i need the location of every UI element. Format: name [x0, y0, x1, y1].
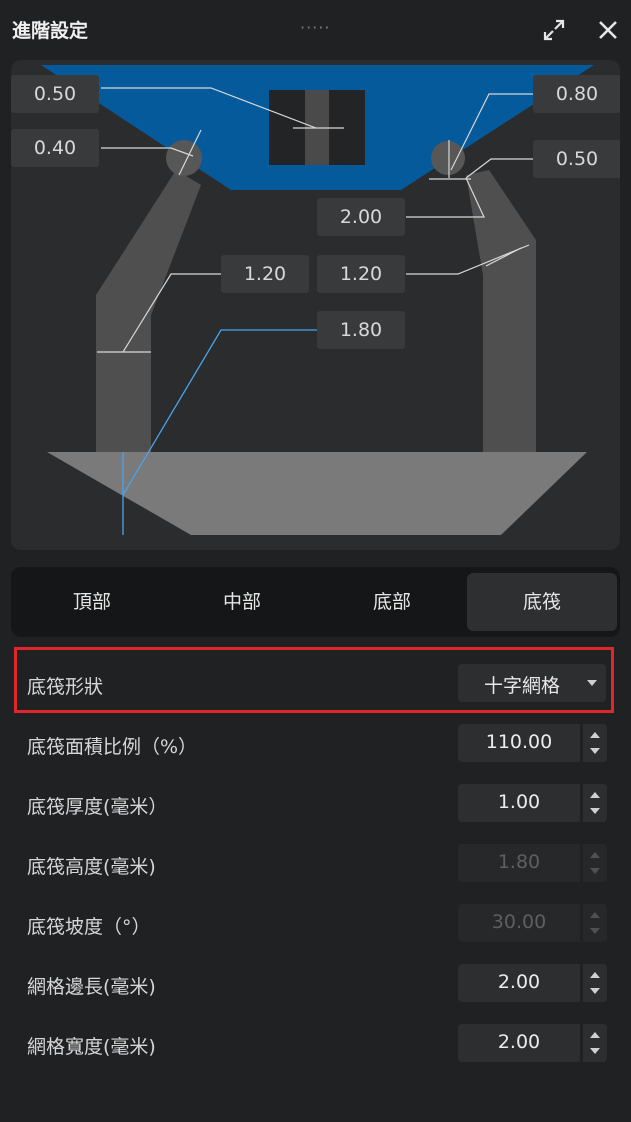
support-preview: 0.50 0.40 0.80 0.50 2.00 1.20 1.20 1.80: [11, 60, 620, 550]
chevron-down-icon: [587, 680, 597, 686]
up-arrow-icon: [590, 852, 600, 858]
raft-height-label: 底筏高度(毫米): [27, 856, 156, 878]
grid-side-row: 網格邊長(毫米) 2.00: [0, 964, 631, 1004]
left-support-arm: [96, 170, 201, 455]
expand-button[interactable]: [542, 18, 566, 42]
dim-label[interactable]: 0.50: [533, 140, 620, 178]
raft-thickness-input[interactable]: 1.00: [458, 784, 580, 822]
raft-thickness-value: 1.00: [497, 791, 541, 813]
dim-label[interactable]: 1.80: [317, 311, 405, 349]
raft-area-ratio-stepper[interactable]: [583, 724, 607, 762]
up-arrow-icon[interactable]: [590, 1032, 600, 1038]
raft-shape-value: 十字網格: [484, 675, 561, 697]
dim-label[interactable]: 0.80: [533, 75, 620, 113]
grid-side-value: 2.00: [497, 971, 541, 993]
tab-middle[interactable]: 中部: [167, 573, 317, 631]
raft-area-ratio-row: 底筏面積比例（%） 110.00: [0, 724, 631, 764]
raft-thickness-label: 底筏厚度(毫米）: [27, 796, 168, 818]
down-arrow-icon: [590, 928, 600, 934]
down-arrow-icon[interactable]: [590, 1048, 600, 1054]
drag-handle[interactable]: ·····: [300, 18, 330, 37]
tab-top[interactable]: 頂部: [17, 573, 167, 631]
grid-width-label: 網格寬度(毫米): [27, 1036, 156, 1058]
raft-shape-select[interactable]: 十字網格: [458, 664, 606, 702]
raft-slope-input: 30.00: [458, 904, 580, 942]
raft-slope-label: 底筏坡度（°）: [27, 916, 151, 938]
tab-bottom[interactable]: 底部: [317, 573, 467, 631]
grid-width-value: 2.00: [497, 1031, 541, 1053]
raft-area-ratio-input[interactable]: 110.00: [458, 724, 580, 762]
dim-label[interactable]: 0.40: [11, 129, 99, 167]
dim-label[interactable]: 1.20: [317, 255, 405, 293]
raft-slope-row: 底筏坡度（°） 30.00: [0, 904, 631, 944]
down-arrow-icon: [590, 868, 600, 874]
tab-raft[interactable]: 底筏: [467, 573, 617, 631]
raft-slope-value: 30.00: [491, 911, 547, 933]
grid-side-label: 網格邊長(毫米): [27, 976, 156, 998]
up-arrow-icon: [590, 912, 600, 918]
grid-width-row: 網格寬度(毫米) 2.00: [0, 1024, 631, 1064]
raft-height-value: 1.80: [497, 851, 541, 873]
close-icon: [599, 21, 617, 39]
raft-height-row: 底筏高度(毫米) 1.80: [0, 844, 631, 884]
down-arrow-icon[interactable]: [590, 748, 600, 754]
raft-area-ratio-value: 110.00: [485, 731, 553, 753]
grid-width-input[interactable]: 2.00: [458, 1024, 580, 1062]
section-tabs: 頂部 中部 底部 底筏: [11, 567, 620, 637]
dim-label[interactable]: 1.20: [221, 255, 309, 293]
raft-area-ratio-label: 底筏面積比例（%）: [27, 736, 198, 758]
expand-icon: [543, 19, 565, 41]
dim-label[interactable]: 2.00: [317, 198, 405, 236]
close-button[interactable]: [596, 18, 620, 42]
down-arrow-icon[interactable]: [590, 808, 600, 814]
raft-base: [47, 452, 587, 535]
down-arrow-icon[interactable]: [590, 988, 600, 994]
up-arrow-icon[interactable]: [590, 732, 600, 738]
left-support-head: [166, 140, 202, 176]
up-arrow-icon[interactable]: [590, 972, 600, 978]
raft-thickness-stepper[interactable]: [583, 784, 607, 822]
support-diagram: [41, 65, 594, 535]
raft-height-stepper: [583, 844, 607, 882]
up-arrow-icon[interactable]: [590, 792, 600, 798]
raft-shape-label: 底筏形狀: [27, 676, 104, 698]
right-support-head: [431, 141, 465, 175]
raft-thickness-row: 底筏厚度(毫米） 1.00: [0, 784, 631, 824]
dialog-title: 進階設定: [12, 20, 89, 42]
dim-label[interactable]: 0.50: [11, 75, 99, 113]
right-support-arm: [466, 170, 536, 455]
raft-slope-stepper: [583, 904, 607, 942]
grid-side-input[interactable]: 2.00: [458, 964, 580, 1002]
grid-side-stepper[interactable]: [583, 964, 607, 1002]
raft-height-input: 1.80: [458, 844, 580, 882]
grid-width-stepper[interactable]: [583, 1024, 607, 1062]
title-bar: 進階設定 ·····: [0, 0, 631, 58]
